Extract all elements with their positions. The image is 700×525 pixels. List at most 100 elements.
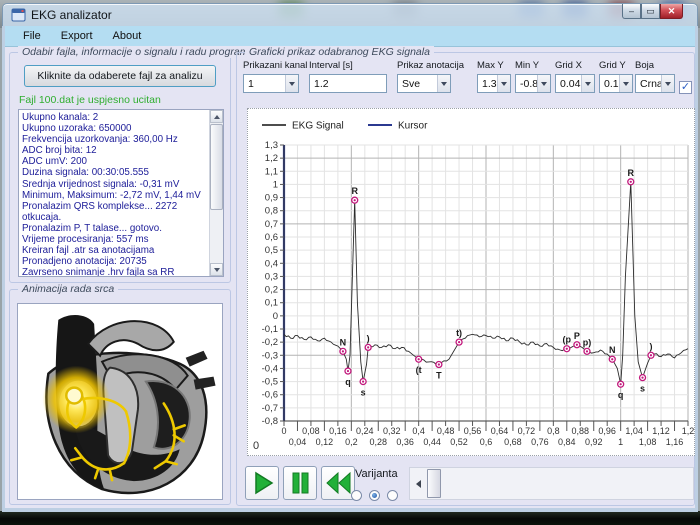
svg-text:0,1: 0,1 — [265, 298, 278, 309]
info-line: Duzina signala: 00:30:05.555 — [22, 167, 208, 178]
svg-text:0,44: 0,44 — [423, 437, 441, 447]
chevron-down-icon[interactable] — [661, 75, 674, 92]
pause-icon — [284, 467, 316, 499]
svg-text:0,76: 0,76 — [531, 437, 549, 447]
window-title: EKG analizator — [31, 8, 112, 22]
svg-text:0,84: 0,84 — [558, 437, 576, 447]
svg-text:0,5: 0,5 — [265, 245, 278, 256]
grid-toggle-checkbox[interactable]: ✓ — [679, 81, 692, 94]
signal-info-textbox[interactable]: Ukupno kanala: 2Ukupno uzoraka: 650000Fr… — [18, 109, 224, 277]
varijanta-radio-group — [351, 490, 398, 501]
varijanta-radio-2[interactable] — [387, 490, 398, 501]
app-window: EKG analizator – ▭ ✕ FileExportAbout Oda… — [2, 3, 698, 512]
chevron-down-icon[interactable] — [285, 75, 298, 92]
info-vertical-scrollbar[interactable] — [209, 110, 223, 276]
window-frame: FileExportAbout Odabir fajla, informacij… — [2, 26, 698, 512]
svg-text:): ) — [649, 341, 652, 351]
info-line: Kreiran fajl .atr sa anotacijama — [22, 245, 208, 256]
maximize-button[interactable]: ▭ — [641, 4, 660, 19]
chevron-down-icon[interactable] — [497, 75, 510, 92]
varijanta-radio-1[interactable] — [369, 490, 380, 501]
svg-text:EKG Signal: EKG Signal — [292, 121, 344, 132]
info-line: Pronalazim QRS komplekse... 2272 otkucaj… — [22, 201, 208, 223]
svg-text:N: N — [340, 337, 347, 347]
info-line: Zavrseno snimanje .hrv fajla sa RR inter… — [22, 267, 208, 277]
menu-item-export[interactable]: Export — [51, 28, 103, 44]
svg-text:R: R — [628, 168, 635, 178]
info-line: Pronalazim P, T talase... gotovo. — [22, 223, 208, 234]
boja-combo[interactable]: Crna — [635, 74, 675, 93]
svg-text:-0,1: -0,1 — [262, 324, 278, 335]
scrollbar-thumb[interactable] — [210, 124, 223, 210]
hscrollbar-thumb[interactable] — [427, 469, 441, 498]
control-grid-toggle: ✓G — [679, 76, 694, 100]
chevron-down-icon[interactable] — [437, 75, 450, 92]
min-y-combo[interactable]: -0.8 — [515, 74, 551, 93]
chevron-down-icon[interactable] — [581, 75, 594, 92]
taskbar-strip — [0, 511, 700, 525]
svg-text:t): t) — [456, 328, 462, 338]
chevron-down-icon[interactable] — [537, 75, 550, 92]
svg-text:0,32: 0,32 — [383, 426, 401, 436]
control-label-min-y: Min Y — [515, 60, 551, 71]
choose-file-button[interactable]: Kliknite da odaberete fajl za analizu — [24, 65, 216, 87]
chart-group-title: Graficki prikaz odabranog EKG signala — [245, 46, 434, 58]
grid-y-combo[interactable]: 0.1 — [599, 74, 633, 93]
varijanta-radio-0[interactable] — [351, 490, 362, 501]
ekg-chart-svg[interactable]: -0,8-0,7-0,6-0,5-0,4-0,3-0,2-0,100,10,20… — [248, 109, 694, 455]
max-y-value: 1.3 — [482, 78, 497, 90]
close-button[interactable]: ✕ — [660, 4, 683, 19]
control-interval: Interval [s] 1.2 — [309, 60, 387, 93]
scroll-left-icon[interactable] — [410, 468, 426, 499]
menu-item-about[interactable]: About — [103, 28, 152, 44]
rewind-button[interactable] — [321, 466, 355, 500]
svg-text:0,36: 0,36 — [396, 437, 414, 447]
svg-text:-0,5: -0,5 — [262, 377, 278, 388]
svg-text:p): p) — [583, 337, 592, 347]
svg-text:0,16: 0,16 — [329, 426, 347, 436]
scroll-up-icon[interactable] — [210, 110, 223, 123]
svg-text:-0,8: -0,8 — [262, 416, 278, 427]
svg-text:s: s — [640, 384, 645, 394]
svg-text:0,6: 0,6 — [480, 437, 493, 447]
info-line: Srednja vrijednost signala: -0,31 mV — [22, 179, 208, 190]
svg-text:0,92: 0,92 — [585, 437, 603, 447]
ekg-chart-panel[interactable]: 0 -0,8-0,7-0,6-0,5-0,4-0,3-0,2-0,100,10,… — [247, 108, 695, 456]
chevron-glyph — [289, 82, 295, 86]
min-y-value: -0.8 — [520, 78, 538, 90]
chart-horizontal-scrollbar[interactable] — [409, 467, 694, 500]
svg-text:0,4: 0,4 — [265, 258, 278, 269]
play-button[interactable] — [245, 466, 279, 500]
svg-text:0,24: 0,24 — [356, 426, 374, 436]
control-label-grid-y: Grid Y — [599, 60, 633, 71]
svg-text:(t: (t — [416, 365, 422, 375]
title-bar[interactable]: EKG analizator – ▭ ✕ — [2, 3, 698, 26]
svg-text:s: s — [361, 388, 366, 398]
chevron-down-icon[interactable] — [619, 75, 632, 92]
info-line: Ukupno uzoraka: 650000 — [22, 123, 208, 134]
prikaz-anotacija-combo[interactable]: Sve — [397, 74, 451, 93]
interval-input[interactable]: 1.2 — [309, 74, 387, 93]
heart-animation-group: Animacija rada srca — [9, 289, 231, 505]
menu-item-file[interactable]: File — [13, 28, 51, 44]
control-max-y: Max Y1.3 — [477, 60, 511, 93]
svg-text:0,88: 0,88 — [572, 426, 590, 436]
scroll-down-icon[interactable] — [210, 263, 223, 276]
chevron-glyph — [585, 82, 591, 86]
svg-text:(p: (p — [563, 335, 572, 345]
svg-text:1,2: 1,2 — [265, 153, 278, 164]
chevron-glyph — [501, 82, 507, 86]
control-label-interval: Interval [s] — [309, 60, 387, 71]
control-grid-x: Grid X0.04 — [555, 60, 595, 93]
grid-x-combo[interactable]: 0.04 — [555, 74, 595, 93]
max-y-combo[interactable]: 1.3 — [477, 74, 511, 93]
svg-text:q: q — [345, 377, 351, 387]
file-info-group-title: Odabir fajla, informacije o signalu i ra… — [18, 46, 258, 58]
heart-animation-panel — [17, 303, 223, 500]
prikazani-kanal-combo[interactable]: 1 — [243, 74, 299, 93]
svg-text:Kursor: Kursor — [398, 121, 428, 132]
svg-text:0,4: 0,4 — [412, 426, 425, 436]
minimize-button[interactable]: – — [622, 4, 641, 19]
pause-button[interactable] — [283, 466, 317, 500]
chevron-glyph — [441, 82, 447, 86]
